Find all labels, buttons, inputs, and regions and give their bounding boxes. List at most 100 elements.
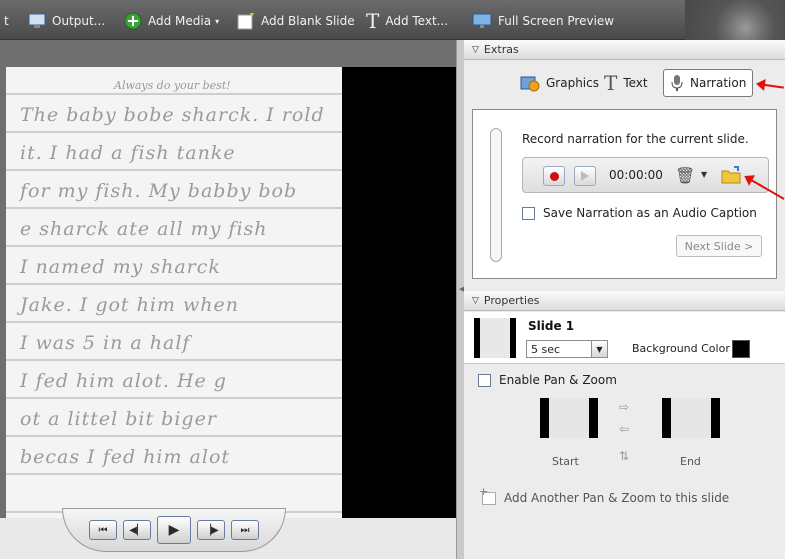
graphics-icon	[520, 76, 540, 92]
add-blank-slide-label: Add Blank Slide	[261, 14, 355, 28]
previous-slide-button[interactable]: ◀▏	[123, 520, 151, 540]
handwriting-line: e sharck ate all my fish	[20, 218, 268, 240]
add-text-label: Add Text...	[385, 14, 449, 28]
scanned-handwriting-page: Always do your best! The baby bobe sharc…	[6, 67, 342, 519]
full-screen-preview-label: Full Screen Preview	[498, 14, 615, 28]
add-media-button[interactable]: Add Media ▾	[124, 10, 219, 32]
side-panel: ▽ Extras Graphics T Text Narration Recor…	[464, 40, 785, 559]
add-pan-zoom-button[interactable]: Add Another Pan & Zoom to this slide	[479, 485, 730, 506]
copy-end-to-start-icon[interactable]: ⇨	[619, 400, 629, 414]
trash-icon: 🗑	[675, 166, 696, 185]
chevron-down-icon: ▼	[591, 341, 607, 357]
tab-narration[interactable]: Narration	[663, 69, 754, 97]
properties-title: Properties	[483, 294, 540, 307]
record-button[interactable]	[543, 166, 565, 186]
play-narration-button[interactable]	[574, 166, 596, 186]
audio-level-meter	[490, 128, 502, 262]
duration-select[interactable]: 5 sec ▼	[526, 340, 608, 358]
output-label: Output...	[52, 14, 106, 28]
chevron-down-icon[interactable]: ▼	[701, 170, 707, 179]
slide-thumbnail	[474, 318, 516, 358]
pan-zoom-end-label: End	[680, 455, 701, 468]
text-icon: T	[604, 71, 618, 95]
narration-timer: 00:00:00	[609, 168, 663, 182]
start-thumbnail-image	[549, 398, 589, 438]
slide-properties: Slide 1 5 sec ▼ Background Color	[464, 312, 785, 364]
step-forward-icon: ▕▶	[203, 524, 219, 536]
full-screen-preview-button[interactable]: Full Screen Preview	[472, 10, 614, 32]
enable-pan-zoom-option[interactable]: Enable Pan & Zoom	[478, 373, 617, 387]
delete-narration-button[interactable]: 🗑	[675, 166, 695, 185]
tab-text[interactable]: T Text	[598, 69, 654, 97]
narration-instruction: Record narration for the current slide.	[522, 132, 749, 146]
camera-lens-graphic	[685, 0, 785, 40]
add-pan-zoom-label: Add Another Pan & Zoom to this slide	[504, 491, 730, 505]
monitor-icon	[472, 13, 492, 28]
record-icon	[549, 171, 559, 181]
extras-section-header[interactable]: ▽ Extras	[464, 40, 785, 60]
slide-name: Slide 1	[528, 319, 575, 333]
page-heading: Always do your best!	[114, 79, 231, 92]
background-color-label: Background Color	[632, 342, 730, 355]
blank-slide-icon	[237, 13, 254, 30]
tab-text-label: Text	[623, 76, 648, 90]
extras-tabs: Graphics T Text Narration	[464, 61, 785, 103]
handwriting-line: I named my sharck	[20, 256, 221, 278]
save-caption-checkbox[interactable]	[522, 206, 535, 220]
play-icon	[581, 171, 589, 181]
handwriting-line: ot a littel bit biger	[20, 408, 217, 430]
tab-graphics[interactable]: Graphics	[514, 69, 605, 97]
swap-icon[interactable]: ⇅	[619, 449, 629, 463]
output-button[interactable]: Output...	[28, 10, 105, 32]
chevron-down-icon: ▾	[215, 16, 220, 26]
slide-canvas: Always do your best! The baby bobe sharc…	[6, 67, 456, 519]
handwriting-line: I fed him alot. He g	[20, 370, 227, 392]
enable-pan-zoom-label: Enable Pan & Zoom	[499, 373, 617, 387]
background-color-swatch[interactable]	[732, 340, 750, 358]
next-slide-button-transport[interactable]: ▕▶	[197, 520, 225, 540]
tab-graphics-label: Graphics	[546, 76, 599, 90]
skip-start-icon: ⏮	[98, 524, 108, 536]
main-toolbar: t Output... Add Media ▾ Add Blank Slide …	[0, 0, 785, 40]
copy-start-to-end-icon[interactable]: ⇦	[619, 422, 629, 436]
next-slide-button[interactable]: Next Slide >	[676, 235, 762, 257]
tab-narration-label: Narration	[690, 76, 747, 90]
pan-zoom-panel: Enable Pan & Zoom ⇨ ⇦ ⇅ Start End Add An…	[464, 367, 785, 559]
play-icon: ▶	[168, 522, 180, 538]
pane-splitter[interactable]	[456, 40, 464, 559]
microphone-icon	[671, 75, 683, 91]
pan-zoom-start-thumbnail[interactable]	[540, 398, 598, 438]
slide-preview-pane: Always do your best! The baby bobe sharc…	[0, 40, 456, 559]
save-caption-label: Save Narration as an Audio Caption	[543, 206, 757, 220]
enable-pan-zoom-checkbox[interactable]	[478, 373, 491, 387]
handwriting-line: I was 5 in a half	[20, 332, 191, 354]
handwriting-line: it. I had a fish tanke	[20, 142, 236, 164]
text-t-icon: T	[366, 9, 380, 33]
output-icon	[28, 13, 46, 28]
end-thumbnail-image	[671, 398, 711, 438]
plus-circle-icon	[124, 12, 142, 30]
add-text-button[interactable]: T Add Text...	[366, 9, 449, 33]
handwriting-line: for my fish. My babby bob	[20, 180, 298, 202]
pan-zoom-start-label: Start	[552, 455, 579, 468]
save-caption-option[interactable]: Save Narration as an Audio Caption	[522, 206, 757, 220]
toolbar-cut-fragment: t	[4, 14, 9, 28]
skip-end-icon: ⏭	[240, 524, 250, 536]
chevron-down-icon: ▽	[472, 295, 479, 306]
playback-controls: ⏮ ◀▏ ▶ ▕▶ ⏭	[62, 508, 286, 552]
handwriting-line: becas I fed him alot	[20, 446, 231, 468]
first-slide-button[interactable]: ⏮	[89, 520, 117, 540]
handwriting-line: Jake. I got him when	[20, 294, 239, 316]
handwriting-line: The baby bobe sharck. I rold	[20, 104, 325, 126]
slide-thumbnail-image	[480, 318, 510, 358]
duration-value: 5 sec	[531, 343, 561, 356]
properties-section-header[interactable]: ▽ Properties	[464, 291, 785, 311]
add-blank-slide-button[interactable]: Add Blank Slide	[237, 10, 355, 32]
pan-zoom-end-thumbnail[interactable]	[662, 398, 720, 438]
open-folder-icon[interactable]	[721, 166, 741, 184]
add-media-label: Add Media	[148, 14, 212, 28]
last-slide-button[interactable]: ⏭	[231, 520, 259, 540]
add-pan-zoom-icon	[479, 485, 496, 505]
narration-panel: Record narration for the current slide. …	[472, 109, 777, 279]
play-button[interactable]: ▶	[157, 516, 191, 544]
